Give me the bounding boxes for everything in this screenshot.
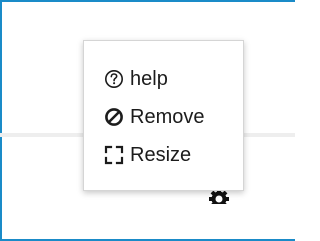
menu-item-help[interactable]: help (102, 64, 168, 94)
menu-item-label: Remove (130, 105, 205, 128)
menu-item-remove[interactable]: Remove (102, 102, 204, 132)
menu-item-label: help (130, 67, 168, 90)
resize-expand-icon (102, 143, 126, 167)
help-circle-icon (102, 67, 126, 91)
remove-circle-icon (102, 105, 126, 129)
menu-item-label: Resize (130, 143, 192, 166)
menu-item-resize[interactable]: Resize (102, 140, 191, 170)
context-menu: help Remove Resize (83, 40, 244, 191)
